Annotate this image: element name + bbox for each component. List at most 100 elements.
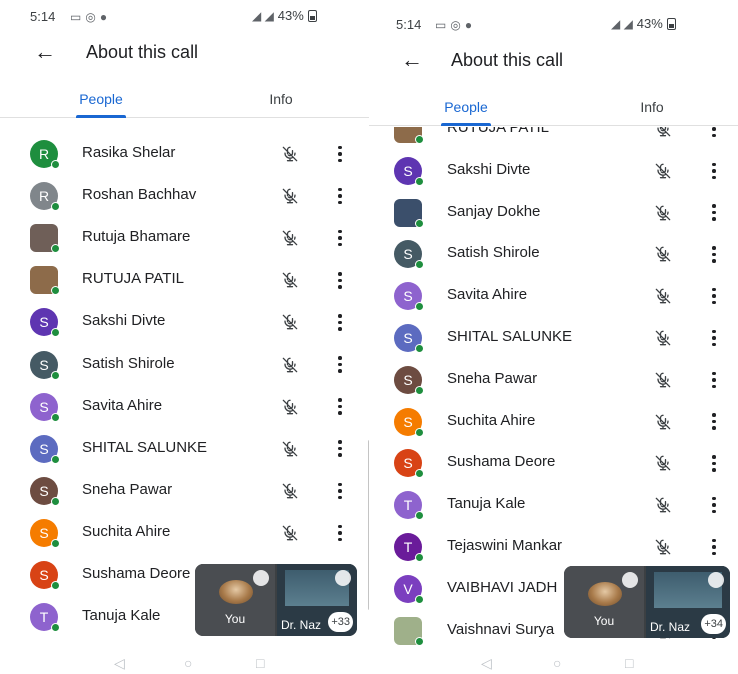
participant-row[interactable]: S Sushama Deore bbox=[369, 442, 738, 484]
mic-off-icon[interactable] bbox=[280, 270, 300, 290]
avatar-initial: S bbox=[39, 524, 49, 541]
self-thumbnail bbox=[588, 582, 622, 606]
more-options-icon[interactable] bbox=[709, 161, 719, 181]
participant-row[interactable]: S Satish Shirole bbox=[0, 344, 369, 386]
more-options-icon[interactable] bbox=[335, 186, 345, 206]
back-arrow-icon[interactable]: ← bbox=[34, 32, 56, 72]
tab-info[interactable]: Info bbox=[250, 84, 312, 118]
mic-off-icon[interactable] bbox=[280, 481, 300, 501]
participant-row[interactable]: T Tanuja Kale bbox=[369, 484, 738, 526]
nav-back-icon[interactable]: ◁ bbox=[481, 652, 492, 674]
participant-row[interactable]: S SHITAL SALUNKE bbox=[0, 428, 369, 470]
participant-row[interactable]: S Sakshi Divte bbox=[0, 301, 369, 343]
battery-percent: 43% bbox=[277, 8, 304, 23]
online-status-dot bbox=[415, 218, 424, 228]
speaker-video-tile: Dr. Naz +33 bbox=[277, 564, 357, 636]
mic-off-icon[interactable] bbox=[653, 453, 673, 473]
participant-avatar: S bbox=[30, 350, 60, 380]
mic-off-icon[interactable] bbox=[653, 537, 673, 557]
back-arrow-icon[interactable]: ← bbox=[401, 40, 423, 80]
more-options-icon[interactable] bbox=[335, 355, 345, 375]
tab-people[interactable]: People bbox=[429, 92, 503, 126]
system-status: ◢ ◢ 43% bbox=[252, 8, 317, 23]
more-options-icon[interactable] bbox=[709, 412, 719, 432]
participant-avatar: S bbox=[394, 156, 424, 186]
system-nav-bar: ◁ ○ □ bbox=[0, 652, 369, 674]
participant-name: Rasika Shelar bbox=[82, 144, 176, 161]
more-options-icon[interactable] bbox=[335, 312, 345, 332]
nav-home-icon[interactable]: ○ bbox=[553, 652, 561, 674]
active-tab-indicator bbox=[441, 123, 491, 126]
participant-row[interactable]: S Sakshi Divte bbox=[369, 150, 738, 192]
mic-off-icon[interactable] bbox=[653, 328, 673, 348]
participant-row[interactable]: R Roshan Bachhav bbox=[0, 175, 369, 217]
mic-off-icon[interactable] bbox=[653, 161, 673, 181]
participant-row[interactable]: RUTUJA PATIL bbox=[369, 127, 738, 150]
mic-off-icon[interactable] bbox=[280, 523, 300, 543]
participant-name: Suchita Ahire bbox=[82, 522, 171, 540]
nav-recents-icon[interactable]: □ bbox=[625, 652, 633, 674]
picture-in-picture[interactable]: You Dr. Naz +33 bbox=[195, 564, 357, 636]
more-options-icon[interactable] bbox=[335, 439, 345, 459]
call-details-screen-right: 5:14 ▭ ◎ ● ◢ ◢ 43% ← About this call Peo… bbox=[369, 0, 738, 674]
more-options-icon[interactable] bbox=[335, 228, 345, 248]
mic-off-icon[interactable] bbox=[653, 286, 673, 306]
more-options-icon[interactable] bbox=[335, 523, 345, 543]
more-options-icon[interactable] bbox=[335, 397, 345, 417]
participant-row[interactable]: S Suchita Ahire bbox=[0, 512, 369, 554]
mic-off-icon[interactable] bbox=[280, 312, 300, 332]
more-options-icon[interactable] bbox=[709, 127, 719, 139]
more-options-icon[interactable] bbox=[709, 453, 719, 473]
mic-off-icon[interactable] bbox=[280, 228, 300, 248]
more-options-icon[interactable] bbox=[709, 203, 719, 223]
online-status-dot bbox=[51, 623, 60, 633]
more-options-icon[interactable] bbox=[335, 481, 345, 501]
avatar-initial: S bbox=[39, 482, 49, 499]
avatar-initial: T bbox=[403, 497, 413, 514]
participant-row[interactable]: Sanjay Dokhe bbox=[369, 192, 738, 234]
participant-row[interactable]: S Satish Shirole bbox=[369, 233, 738, 275]
nav-back-icon[interactable]: ◁ bbox=[114, 652, 125, 674]
more-options-icon[interactable] bbox=[709, 537, 719, 557]
participant-avatar: S bbox=[394, 282, 424, 312]
mic-off-icon[interactable] bbox=[280, 186, 300, 206]
tab-info[interactable]: Info bbox=[621, 92, 683, 126]
nav-recents-icon[interactable]: □ bbox=[256, 652, 264, 674]
more-options-icon[interactable] bbox=[335, 144, 345, 164]
participant-row[interactable]: S Sneha Pawar bbox=[0, 470, 369, 512]
mic-off-icon[interactable] bbox=[653, 412, 673, 432]
more-options-icon[interactable] bbox=[335, 270, 345, 290]
nav-home-icon[interactable]: ○ bbox=[184, 652, 192, 674]
tab-bar: People Info bbox=[0, 84, 369, 118]
more-options-icon[interactable] bbox=[709, 244, 719, 264]
call-details-screen-left: 5:14 ▭ ◎ ● ◢ ◢ 43% ← About this call Peo… bbox=[0, 0, 369, 674]
mic-off-icon[interactable] bbox=[653, 370, 673, 390]
online-status-dot bbox=[415, 553, 424, 562]
more-options-icon[interactable] bbox=[709, 495, 719, 515]
more-options-icon[interactable] bbox=[709, 286, 719, 306]
mic-off-icon[interactable] bbox=[653, 127, 673, 139]
self-label: You bbox=[224, 612, 246, 626]
participant-row[interactable]: R Rasika Shelar bbox=[0, 133, 369, 175]
mic-off-icon[interactable] bbox=[280, 397, 300, 417]
more-options-icon[interactable] bbox=[709, 328, 719, 348]
picture-in-picture[interactable]: You Dr. Naz +34 bbox=[564, 566, 730, 638]
mic-off-icon[interactable] bbox=[653, 244, 673, 264]
tab-people[interactable]: People bbox=[64, 84, 138, 118]
participant-row[interactable]: S Suchita Ahire bbox=[369, 401, 738, 443]
participant-row[interactable]: S Sneha Pawar bbox=[369, 359, 738, 401]
participant-row[interactable]: S Savita Ahire bbox=[0, 386, 369, 428]
mic-off-icon[interactable] bbox=[653, 203, 673, 223]
participant-name: VAIBHAVI JADH bbox=[447, 578, 558, 596]
participant-row[interactable]: RUTUJA PATIL bbox=[0, 259, 369, 301]
participant-row[interactable]: S SHITAL SALUNKE bbox=[369, 317, 738, 359]
mic-off-icon[interactable] bbox=[280, 144, 300, 164]
participant-row[interactable]: S Savita Ahire bbox=[369, 275, 738, 317]
mic-off-icon[interactable] bbox=[280, 355, 300, 375]
signal-icon: ◢ ◢ bbox=[252, 8, 274, 23]
more-options-icon[interactable] bbox=[709, 370, 719, 390]
participant-row[interactable]: Rutuja Bhamare bbox=[0, 217, 369, 259]
mic-off-icon[interactable] bbox=[653, 495, 673, 515]
mic-off-icon[interactable] bbox=[280, 439, 300, 459]
participant-row[interactable]: T Tejaswini Mankar bbox=[369, 526, 738, 568]
